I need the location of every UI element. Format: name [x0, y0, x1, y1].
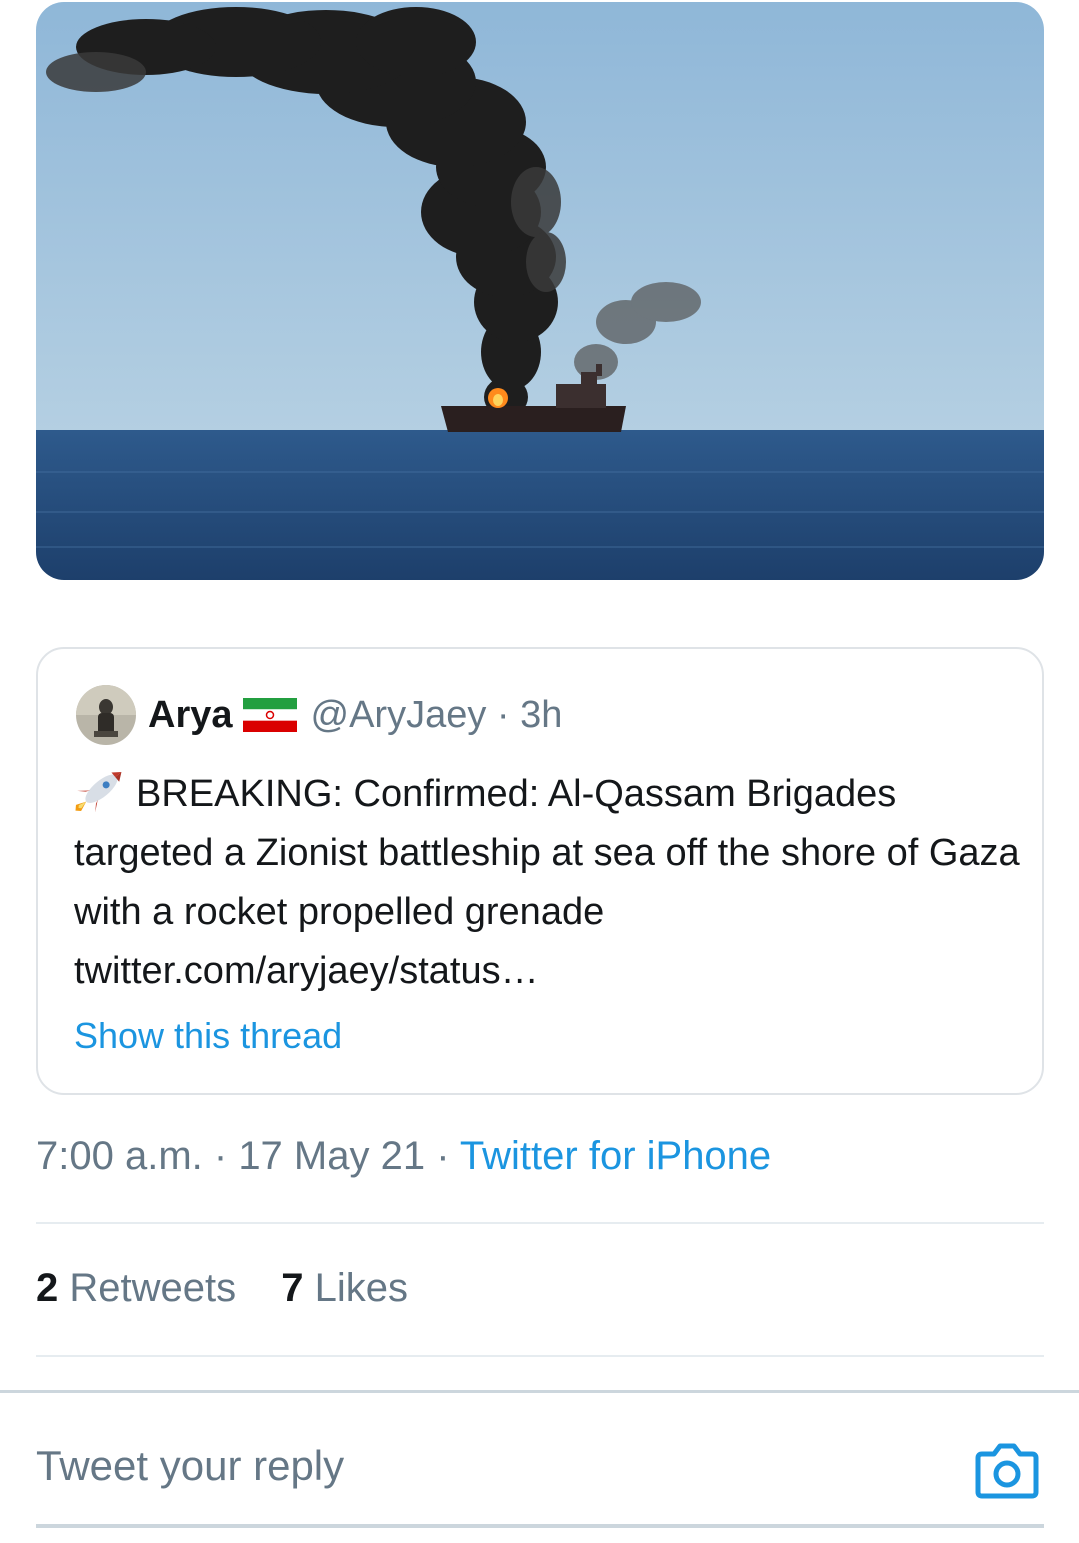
rocket-icon	[74, 768, 126, 812]
retweets-stat[interactable]: 2 Retweets	[36, 1266, 236, 1310]
show-thread-link[interactable]: Show this thread	[74, 1015, 342, 1057]
reply-bar-divider	[0, 1390, 1079, 1393]
tweet-detail-page: Arya @AryJaey · 3h BREAKING: Confirmed: …	[0, 0, 1079, 1543]
quoted-tweet-text: BREAKING: Confirmed: Al-Qassam Brigades …	[74, 765, 1024, 1001]
quoted-tweet-body: BREAKING: Confirmed: Al-Qassam Brigades …	[74, 773, 1020, 992]
quoted-tweet-header: Arya @AryJaey · 3h	[76, 685, 562, 745]
avatar[interactable]	[76, 685, 136, 745]
retweets-label: Retweets	[69, 1266, 237, 1310]
likes-stat[interactable]: 7 Likes	[281, 1266, 408, 1310]
likes-count: 7	[281, 1266, 304, 1310]
author-handle-and-time: @AryJaey · 3h	[310, 693, 563, 736]
tweet-timestamp: 7:00 a.m. · 17 May 21 · Twitter for iPho…	[36, 1134, 772, 1178]
quoted-tweet-card[interactable]: Arya @AryJaey · 3h BREAKING: Confirmed: …	[36, 647, 1044, 1095]
tweet-stats: 2 Retweets 7 Likes	[36, 1266, 442, 1311]
time-ago: 3h	[520, 693, 563, 736]
retweets-count: 2	[36, 1266, 59, 1310]
author-handle[interactable]: @AryJaey	[311, 694, 487, 736]
author-name[interactable]: Arya	[148, 694, 233, 737]
camera-icon[interactable]	[974, 1440, 1040, 1500]
iran-flag-icon	[242, 698, 297, 732]
tweet-date[interactable]: 17 May 21	[238, 1134, 425, 1178]
tweet-time[interactable]: 7:00 a.m.	[36, 1134, 203, 1178]
reply-input[interactable]: Tweet your reply	[36, 1442, 344, 1490]
likes-label: Likes	[314, 1266, 409, 1310]
divider	[36, 1355, 1044, 1357]
tweet-media-image[interactable]	[36, 2, 1044, 580]
divider	[36, 1222, 1044, 1224]
reply-input-underline	[36, 1524, 1044, 1528]
tweet-source-link[interactable]: Twitter for iPhone	[460, 1134, 771, 1178]
